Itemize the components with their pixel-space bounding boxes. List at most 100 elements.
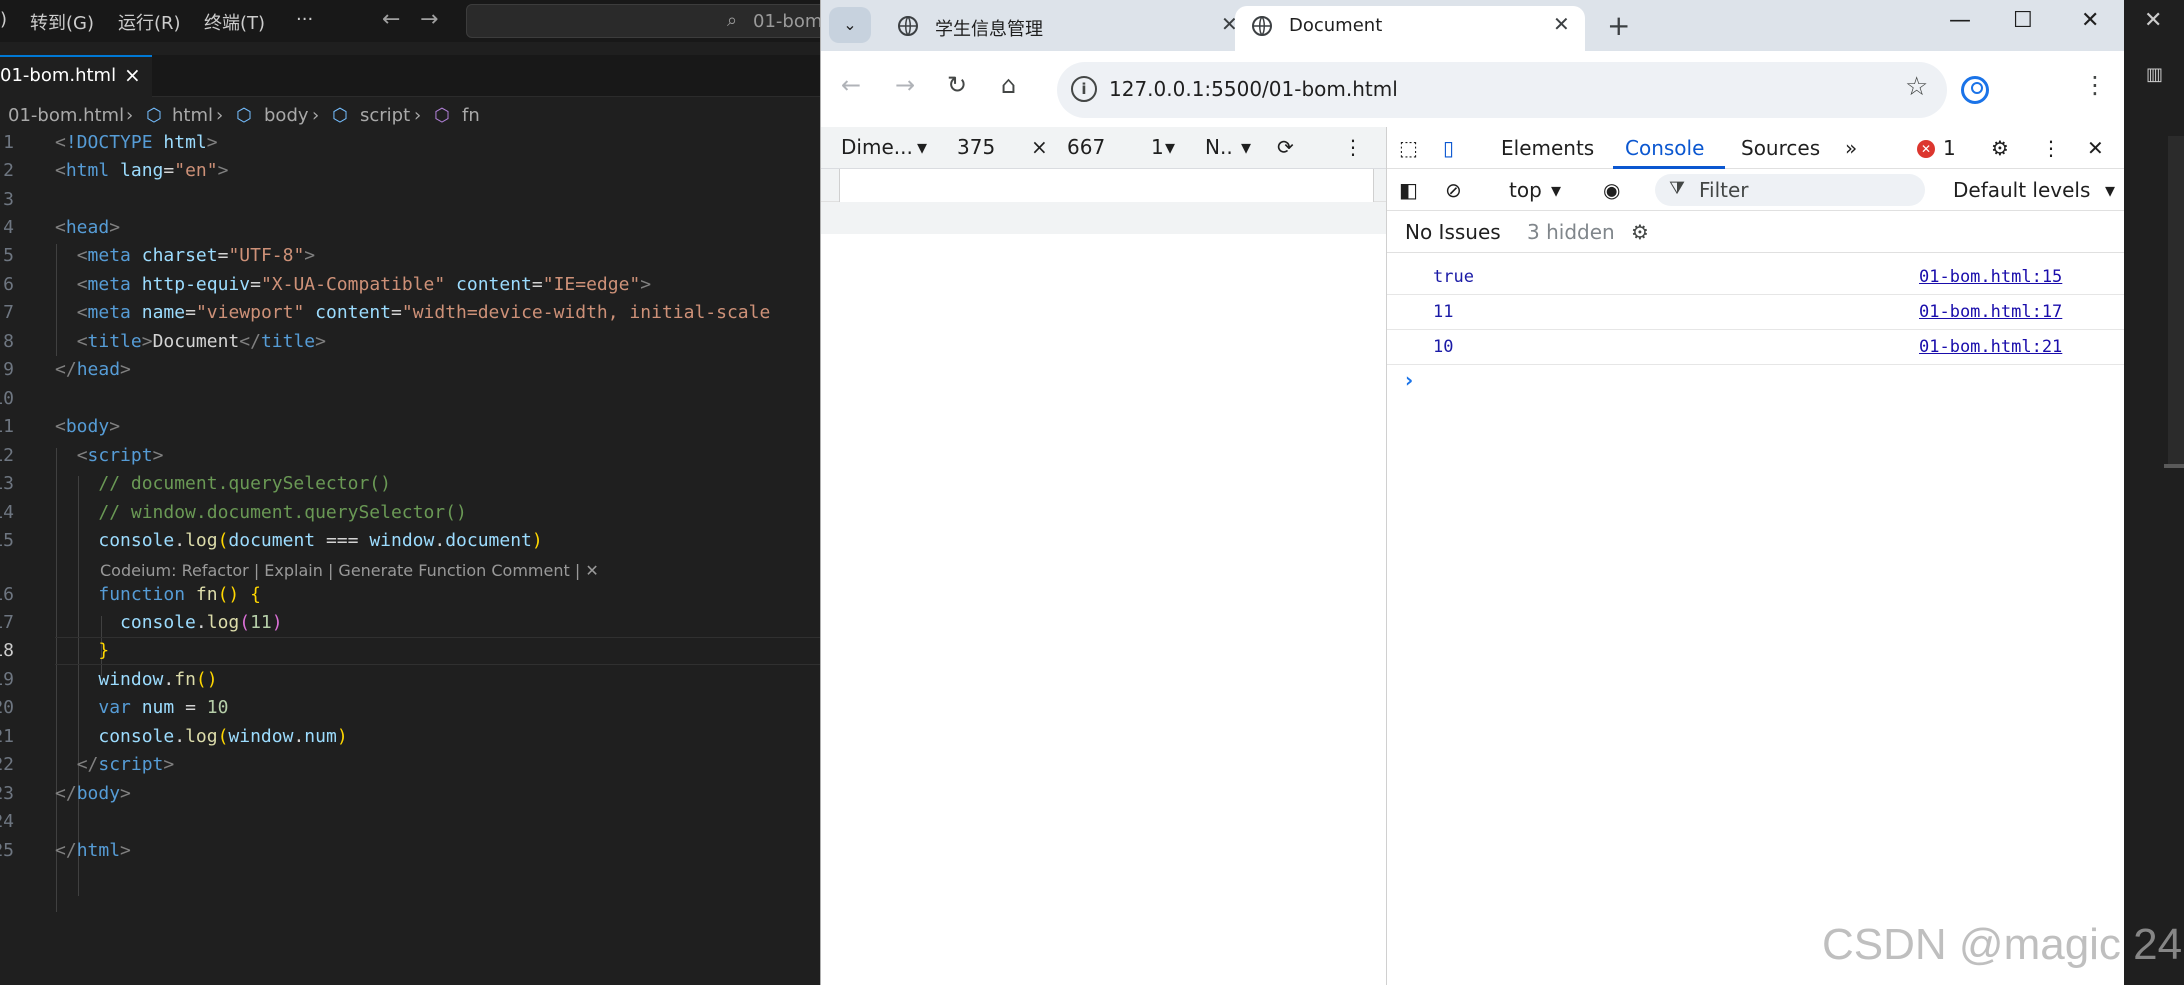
forward-arrow-icon[interactable]: → (420, 7, 438, 32)
log-source-link[interactable]: 01-bom.html:21 (1919, 337, 2062, 357)
filter-input[interactable]: ⧩ Filter (1655, 174, 1925, 206)
hidden-count[interactable]: 3 hidden (1527, 220, 1615, 244)
filter-icon: ⧩ (1669, 178, 1686, 199)
maximize-icon[interactable]: ☐ (2013, 8, 2033, 33)
tab-elements[interactable]: Elements (1501, 136, 1594, 160)
error-count[interactable]: 1 (1943, 136, 1956, 160)
error-icon[interactable]: ✕ (1917, 140, 1935, 158)
home-icon[interactable]: ⌂ (1001, 71, 1016, 99)
throttle-select[interactable]: N.. (1205, 135, 1233, 159)
device-toolbar-icon[interactable]: ▯ (1443, 136, 1454, 160)
close-window-icon[interactable]: ✕ (2081, 8, 2099, 33)
kebab-menu-icon[interactable]: ⋮ (2041, 136, 2061, 160)
chevron-right-icon: › (414, 105, 422, 126)
levels-select[interactable]: Default levels (1953, 178, 2090, 202)
profile-icon[interactable] (1961, 76, 1989, 104)
close-icon[interactable]: ✕ (2087, 136, 2104, 160)
log-value: 10 (1433, 337, 1454, 357)
menu-terminal[interactable]: 终端(T) (204, 9, 265, 35)
log-source-link[interactable]: 01-bom.html:17 (1919, 302, 2062, 322)
clear-console-icon[interactable]: ⊘ (1445, 178, 1462, 202)
code-line: 14 // window.document.querySelector() (0, 502, 467, 523)
back-arrow-icon[interactable]: ← (382, 7, 400, 32)
tab-01-bom-html[interactable]: 01-bom.html × (0, 55, 152, 97)
browser-tab-active[interactable]: Document ✕ (1235, 6, 1585, 51)
gear-icon[interactable]: ⚙ (1631, 220, 1649, 244)
codeium-codelens[interactable]: Codeium: Refactor | Explain | Generate F… (100, 561, 599, 580)
breadcrumb-html[interactable]: html (172, 105, 213, 126)
chevron-right-icon: › (312, 105, 320, 126)
device-select[interactable]: Dime... (841, 135, 913, 159)
tab-strip: ⌄ 学生信息管理 ✕ Document ✕ + — ☐ ✕ (821, 0, 2125, 51)
scrollbar-thumb[interactable] (2164, 464, 2184, 468)
bookmark-star-icon[interactable]: ☆ (1905, 72, 1928, 102)
url-text: 127.0.0.1:5500/01-bom.html (1109, 77, 1398, 101)
gear-icon[interactable]: ⚙ (1991, 136, 2009, 160)
element-icon: ⬡ (236, 105, 252, 126)
tab-sources[interactable]: Sources (1741, 136, 1820, 160)
menu-partial[interactable]: ) (0, 9, 7, 30)
context-select[interactable]: top (1509, 178, 1542, 202)
tab-search-button[interactable]: ⌄ (829, 7, 871, 43)
devtools-tabs: ⬚ ▯ Elements Console Sources » ✕ 1 ⚙ ⋮ ✕ (1387, 127, 2126, 169)
menu-run[interactable]: 运行(R) (118, 9, 181, 35)
console-message: 10 01-bom.html:21 (1387, 330, 2126, 365)
breadcrumb: 01-bom.html › ⬡ html › ⬡ body › ⬡ script… (0, 103, 820, 131)
dpr-select[interactable]: 1 (1151, 135, 1164, 159)
command-center-search[interactable]: ⌕ 01-bom (466, 4, 820, 38)
log-source-link[interactable]: 01-bom.html:15 (1919, 267, 2062, 287)
code-line: 15 console.log(document === window.docum… (0, 530, 543, 551)
width-input[interactable]: 375 (957, 135, 995, 159)
back-icon[interactable]: ← (841, 71, 861, 99)
close-icon[interactable]: ✕ (1553, 12, 1570, 36)
caret-down-icon: ▾ (1551, 178, 1562, 202)
code-line: 6 <meta http-equiv="X-UA-Compatible" con… (3, 274, 652, 295)
menu-goto[interactable]: 转到(G) (30, 9, 94, 35)
browser-tab[interactable]: 学生信息管理 ✕ (881, 6, 1253, 51)
layout-icon[interactable]: ▥ (2146, 64, 2163, 85)
code-line: 11<body> (0, 416, 121, 437)
search-text: 01-bom (753, 11, 820, 32)
eye-icon[interactable]: ◉ (1603, 178, 1620, 202)
tab-title: Document (1289, 15, 1383, 36)
ruler-bar (821, 202, 1386, 234)
close-icon[interactable]: × (124, 63, 141, 87)
close-icon[interactable]: ✕ (2144, 8, 2162, 33)
menu-more[interactable]: ··· (296, 9, 313, 30)
issues-text[interactable]: No Issues (1405, 220, 1501, 244)
breadcrumb-body[interactable]: body (264, 105, 309, 126)
sidebar-toggle-icon[interactable]: ◧ (1399, 178, 1418, 202)
inspect-element-icon[interactable]: ⬚ (1399, 136, 1418, 160)
new-tab-icon[interactable]: + (1607, 9, 1630, 42)
kebab-menu-icon[interactable]: ⋮ (2083, 71, 2107, 99)
reload-icon[interactable]: ↻ (947, 71, 967, 99)
media-query-cell (839, 169, 1374, 202)
tab-title: 学生信息管理 (935, 19, 1043, 40)
breadcrumb-script[interactable]: script (360, 105, 410, 126)
address-bar[interactable]: i 127.0.0.1:5500/01-bom.html ☆ (1057, 62, 1947, 118)
breadcrumb-fn[interactable]: fn (462, 105, 480, 126)
minimize-icon[interactable]: — (1949, 8, 1971, 33)
forward-icon[interactable]: → (895, 71, 915, 99)
tab-console[interactable]: Console (1625, 136, 1704, 160)
code-line: 18 } (0, 640, 110, 661)
page-viewport (821, 234, 1386, 985)
site-info-icon[interactable]: i (1071, 76, 1097, 102)
code-line: 22 </script> (0, 754, 175, 775)
background-window-edge: ✕ ▥ (2124, 0, 2184, 985)
rotate-icon[interactable]: ⟳ (1277, 135, 1294, 159)
code-line: 8 <title>Document</title> (3, 331, 326, 352)
code-editor[interactable]: 1 <!DOCTYPE html> 2 <html lang="en"> 3 4 <h… (0, 132, 820, 912)
issues-bar: No Issues 3 hidden ⚙ (1387, 211, 2126, 253)
console-prompt[interactable]: › (1405, 368, 1413, 392)
more-tabs-icon[interactable]: » (1845, 136, 1857, 160)
watermark: CSDN @magic 245 (1822, 920, 2184, 969)
scrollbar-track[interactable] (2168, 136, 2184, 466)
more-options-icon[interactable]: ⋮ (1343, 135, 1363, 159)
breadcrumb-file[interactable]: 01-bom.html (8, 105, 124, 126)
device-toolbar: Dime... ▾ 375 × 667 1 ▾ N.. ▾ ⟳ ⋮ (821, 127, 1386, 169)
filter-placeholder: Filter (1699, 178, 1749, 202)
code-line: 17 console.log(11) (0, 612, 283, 633)
height-input[interactable]: 667 (1067, 135, 1105, 159)
close-icon[interactable]: ✕ (585, 561, 598, 580)
